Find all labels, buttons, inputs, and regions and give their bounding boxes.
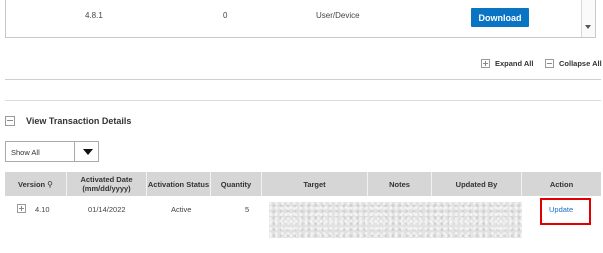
column-label-notes: Notes — [389, 179, 410, 189]
top-row-type: User/Device — [316, 11, 360, 20]
row-version: 4.10 — [35, 205, 50, 214]
column-label-version: Version — [18, 179, 46, 189]
update-link[interactable]: Update — [549, 205, 573, 214]
filter-selected-value: Show All — [11, 148, 40, 157]
column-header-quantity: Quantity — [211, 172, 262, 196]
column-label-activation-status: Activation Status — [147, 179, 210, 189]
expand-all-label: Expand All — [495, 59, 534, 68]
row-activated-date: 01/14/2022 — [88, 205, 126, 214]
column-label-action: Action — [549, 179, 574, 189]
filter-pin-icon[interactable]: ⚲ — [47, 180, 53, 189]
dropdown-separator — [74, 142, 75, 161]
top-row-version: 4.8.1 — [85, 11, 103, 20]
top-row-count: 0 — [223, 11, 228, 20]
column-header-version[interactable]: Version ⚲ — [5, 172, 67, 196]
transaction-details-header[interactable]: View Transaction Details — [5, 116, 131, 126]
column-label-target: Target — [303, 179, 326, 189]
column-label-activated-date: Activated Date (mm/dd/yyyy) — [80, 175, 133, 193]
column-header-activation-status: Activation Status — [147, 172, 211, 196]
expand-row-icon[interactable] — [17, 204, 26, 213]
vertical-scrollbar[interactable] — [581, 0, 595, 37]
column-header-action: Action — [522, 172, 601, 196]
column-header-activated-date: Activated Date (mm/dd/yyyy) — [67, 172, 147, 196]
download-button[interactable]: Download — [471, 8, 529, 27]
collapse-all-control[interactable]: Collapse All — [545, 59, 602, 68]
row-status: Active — [171, 205, 192, 214]
column-header-notes: Notes — [368, 172, 432, 196]
collapse-section-icon[interactable] — [5, 116, 15, 126]
expand-all-control[interactable]: Expand All — [481, 59, 533, 68]
license-table-top-panel: 4.8.1 0 User/Device Download — [5, 0, 596, 38]
transactions-table-header: Version ⚲ Activated Date (mm/dd/yyyy) Ac… — [5, 172, 601, 196]
row-quantity: 5 — [245, 205, 250, 214]
transaction-filter-select[interactable]: Show All — [5, 141, 99, 162]
column-header-updated-by: Updated By — [432, 172, 522, 196]
column-label-updated-by: Updated By — [455, 179, 498, 189]
plus-box-icon — [481, 59, 490, 68]
divider — [5, 100, 601, 101]
minus-box-icon — [545, 59, 554, 68]
scroll-down-arrow-icon[interactable] — [585, 25, 591, 29]
table-row: 4.10 01/14/2022 Active 5 — [5, 201, 601, 238]
section-title: View Transaction Details — [26, 116, 132, 126]
redacted-target-image — [269, 202, 522, 238]
collapse-all-label: Collapse All — [559, 59, 602, 68]
chevron-down-icon[interactable] — [83, 149, 93, 155]
column-header-target: Target — [262, 172, 368, 196]
divider — [5, 79, 601, 80]
column-label-quantity: Quantity — [220, 179, 252, 189]
